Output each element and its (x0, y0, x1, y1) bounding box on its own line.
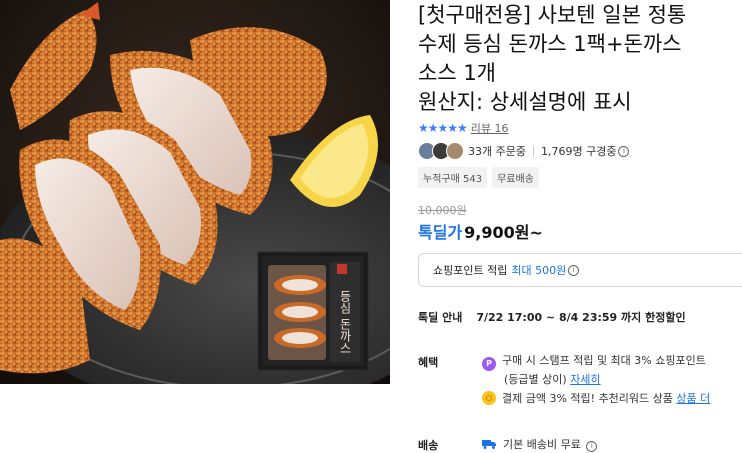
point-max-amount: 최대 500원 (511, 264, 567, 277)
buyer-activity-row: 33개 주문중 1,769명 구경중 i (418, 141, 630, 161)
benefit-reward-text: 결제 금액 3% 적립! 추천리워드 상품 (502, 392, 673, 405)
package-label: 등심 돈까스 (338, 290, 352, 354)
product-title: [첫구매전용] 사보텐 일본 정통 수제 등심 돈까스 1팩+돈까스 소스 1개… (418, 0, 742, 116)
deal-price-row: 톡딜가 9,900원~ (418, 219, 543, 243)
review-row: ★★★★★ 리뷰 16 (418, 120, 509, 136)
shipping-label: 배송 (418, 439, 439, 452)
shipping-info: 기본 배송비 무료 i (482, 436, 598, 452)
shipping-text: 기본 배송비 무료 (503, 438, 581, 451)
avatar (446, 142, 464, 160)
order-count: 33개 주문중 (468, 145, 526, 158)
coin-icon (482, 391, 496, 405)
benefit-detail-link[interactable]: 자세히 (570, 373, 600, 386)
deal-info-label: 톡딜 안내 (418, 311, 463, 324)
point-icon: P (482, 357, 496, 371)
cumulative-purchase-badge: 누적구매 543 (418, 167, 488, 188)
package-inset: 등심 돈까스 (257, 251, 369, 371)
deal-period: 7/22 17:00 ~ 8/4 23:59 까지 한정할인 (476, 311, 686, 324)
tonkatsu-photo: 등심 돈까스 (0, 0, 390, 384)
info-icon[interactable]: i (568, 264, 580, 276)
shopping-point-box[interactable]: 쇼핑포인트 적립 최대 500원 i (418, 253, 742, 287)
buyer-avatars (418, 142, 464, 160)
deal-price: 9,900원~ (464, 223, 543, 242)
reward-product-link[interactable]: 상품 더 (676, 392, 710, 405)
product-title-line-3: 소스 1개 (418, 61, 496, 85)
product-title-line-2: 수제 등심 돈까스 1팩+돈까스 (418, 32, 682, 56)
benefit-label: 혜택 (418, 356, 439, 369)
viewer-count: 1,769명 구경중 (540, 145, 617, 158)
product-title-line-1: [첫구매전용] 사보텐 일본 정통 (418, 3, 687, 27)
origin-line: 원산지: 상세설명에 표시 (418, 90, 632, 114)
product-image[interactable]: 등심 돈까스 (0, 0, 390, 384)
original-price: 10,000원 (418, 204, 467, 217)
benefit-reward-item: 결제 금액 3% 적립! 추천리워드 상품 상품 더 (482, 390, 710, 406)
review-link[interactable]: 리뷰 16 (471, 120, 509, 136)
benefit-grade-note: (등급별 상이) (504, 373, 567, 386)
info-icon[interactable]: i (586, 441, 598, 452)
deal-info-row: 톡딜 안내 7/22 17:00 ~ 8/4 23:59 까지 한정할인 (418, 309, 686, 325)
info-icon[interactable]: i (618, 145, 630, 157)
divider (532, 145, 534, 157)
deal-label: 톡딜가 (418, 223, 463, 242)
benefit-stamp-text: 구매 시 스탬프 적립 및 최대 3% 쇼핑포인트 (502, 354, 706, 367)
rating-stars: ★★★★★ (418, 121, 468, 135)
badge-list: 누적구매 543 무료배송 (418, 167, 539, 188)
product-info: [첫구매전용] 사보텐 일본 정통 수제 등심 돈까스 1팩+돈까스 소스 1개… (418, 0, 742, 452)
free-shipping-badge: 무료배송 (492, 167, 539, 188)
benefit-stamp-item: P 구매 시 스탬프 적립 및 최대 3% 쇼핑포인트 (등급별 상이) 자세히 (482, 352, 706, 388)
truck-icon (482, 440, 496, 449)
point-label: 쇼핑포인트 적립 (433, 264, 508, 277)
